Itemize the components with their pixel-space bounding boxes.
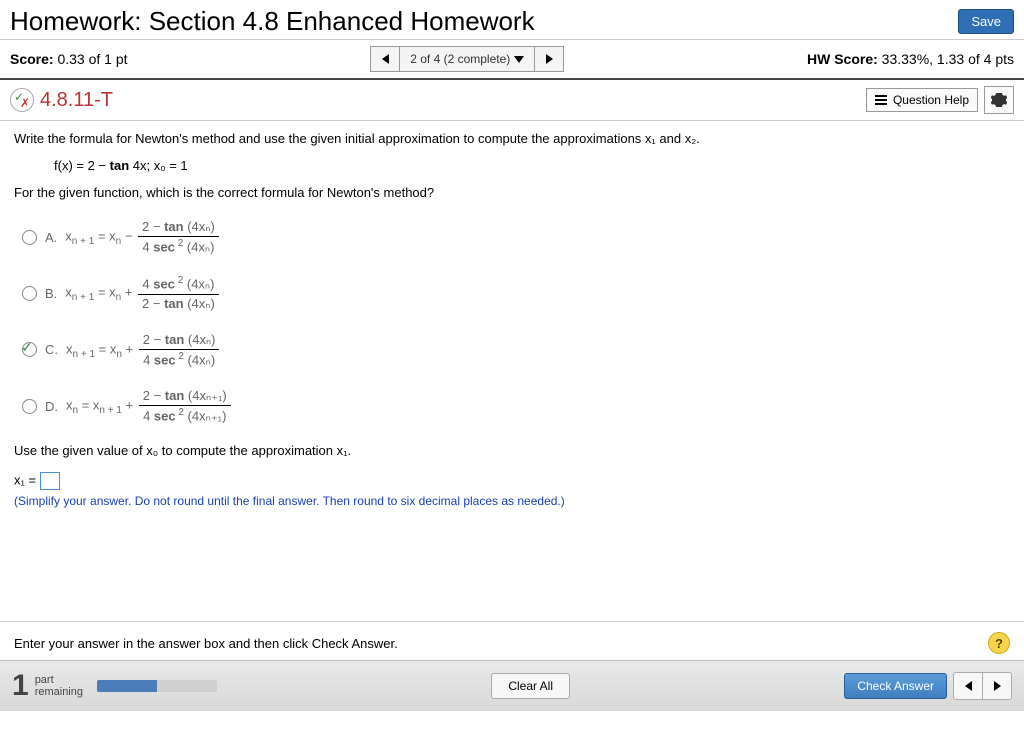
question-id: 4.8.11-T xyxy=(40,89,113,112)
chevron-left-icon xyxy=(382,54,389,64)
gear-icon xyxy=(991,92,1007,108)
question-body: Write the formula for Newton's method an… xyxy=(0,121,1024,621)
chevron-left-icon xyxy=(965,681,972,691)
radio-c[interactable] xyxy=(22,342,37,357)
choice-a-formula: xn + 1 = xn − 2 − tan (4xₙ) 4 sec 2 (4xₙ… xyxy=(65,218,220,256)
score-label: Score: xyxy=(10,51,54,67)
choice-c-label: C. xyxy=(45,342,58,357)
next-part-button[interactable] xyxy=(983,673,1011,699)
page-title: Homework: Section 4.8 Enhanced Homework xyxy=(10,6,535,37)
given-function: f(x) = 2 − tan 4x; x₀ = 1 xyxy=(54,158,1010,173)
chevron-right-icon xyxy=(546,54,553,64)
partial-credit-icon xyxy=(10,88,34,112)
rounding-hint: (Simplify your answer. Do not round unti… xyxy=(14,494,1010,508)
choice-c[interactable]: C. xn + 1 = xn + 2 − tan (4xₙ) 4 sec 2 (… xyxy=(22,331,1010,369)
choice-a[interactable]: A. xn + 1 = xn − 2 − tan (4xₙ) 4 sec 2 (… xyxy=(22,218,1010,256)
next-question-button[interactable] xyxy=(535,47,563,71)
help-badge[interactable]: ? xyxy=(988,632,1010,654)
prompt-compute: Use the given value of x₀ to compute the… xyxy=(14,443,1010,458)
check-answer-button[interactable]: Check Answer xyxy=(844,673,947,699)
save-button[interactable]: Save xyxy=(958,9,1014,34)
score: Score: 0.33 of 1 pt xyxy=(10,51,128,67)
radio-a[interactable] xyxy=(22,230,37,245)
list-icon xyxy=(875,95,887,105)
parts-remaining-label: partremaining xyxy=(35,674,83,698)
chevron-right-icon xyxy=(994,681,1001,691)
choice-b-label: B. xyxy=(45,286,57,301)
choice-d-formula: xn = xn + 1 + 2 − tan (4xₙ₊₁) 4 sec 2 (4… xyxy=(66,387,233,425)
x1-input[interactable] xyxy=(40,472,60,490)
prev-part-button[interactable] xyxy=(954,673,983,699)
x1-label: x₁ = xyxy=(14,473,40,488)
hw-score-label: HW Score: xyxy=(807,51,878,67)
part-nav xyxy=(953,672,1012,700)
clear-all-button[interactable]: Clear All xyxy=(491,673,570,699)
hw-score-value: 33.33%, 1.33 of 4 pts xyxy=(882,51,1014,67)
footer-bar: 1 partremaining Clear All Check Answer xyxy=(0,660,1024,711)
question-position-label: 2 of 4 (2 complete) xyxy=(410,52,510,66)
hw-score: HW Score: 33.33%, 1.33 of 4 pts xyxy=(807,51,1014,67)
prompt-sub: For the given function, which is the cor… xyxy=(14,185,1010,200)
radio-b[interactable] xyxy=(22,286,37,301)
choice-b[interactable]: B. xn + 1 = xn + 4 sec 2 (4xₙ) 2 − tan (… xyxy=(22,274,1010,312)
choice-c-formula: xn + 1 = xn + 2 − tan (4xₙ) 4 sec 2 (4xₙ… xyxy=(66,331,221,369)
choice-d[interactable]: D. xn = xn + 1 + 2 − tan (4xₙ₊₁) 4 sec 2… xyxy=(22,387,1010,425)
radio-d[interactable] xyxy=(22,399,37,414)
choice-d-label: D. xyxy=(45,399,58,414)
question-nav: 2 of 4 (2 complete) xyxy=(370,46,564,72)
progress-bar xyxy=(97,680,217,692)
settings-button[interactable] xyxy=(984,86,1014,114)
choice-b-formula: xn + 1 = xn + 4 sec 2 (4xₙ) 2 − tan (4xₙ… xyxy=(65,274,220,312)
choices: A. xn + 1 = xn − 2 − tan (4xₙ) 4 sec 2 (… xyxy=(22,218,1010,425)
x1-row: x₁ = xyxy=(14,472,1010,490)
question-help-label: Question Help xyxy=(893,93,969,107)
question-position[interactable]: 2 of 4 (2 complete) xyxy=(400,47,535,71)
score-value: 0.33 of 1 pt xyxy=(57,51,127,67)
prev-question-button[interactable] xyxy=(371,47,400,71)
question-help-button[interactable]: Question Help xyxy=(866,88,978,112)
parts-remaining-count: 1 xyxy=(12,669,29,703)
choice-a-label: A. xyxy=(45,230,57,245)
chevron-down-icon xyxy=(514,56,524,63)
prompt-main: Write the formula for Newton's method an… xyxy=(14,131,1010,146)
footer-instruction: Enter your answer in the answer box and … xyxy=(14,636,398,651)
